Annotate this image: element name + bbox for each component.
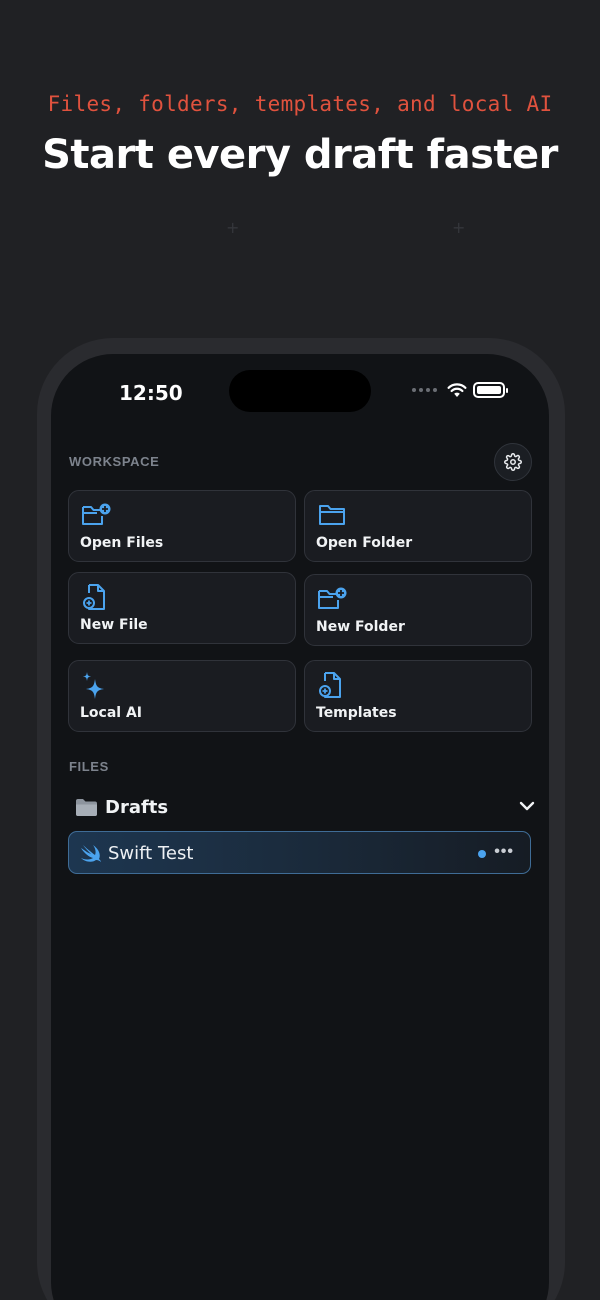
folder-icon bbox=[76, 799, 97, 816]
local-ai-tile[interactable]: Local AI bbox=[68, 660, 296, 732]
battery-icon bbox=[473, 382, 508, 398]
workspace-section-label: WORKSPACE bbox=[69, 454, 160, 469]
wifi-icon bbox=[447, 383, 467, 397]
status-time: 12:50 bbox=[119, 381, 183, 405]
file-plus-icon bbox=[83, 584, 105, 610]
status-icons bbox=[412, 382, 508, 398]
open-folder-label: Open Folder bbox=[316, 535, 413, 551]
swift-icon bbox=[81, 845, 101, 862]
folder-plus-icon bbox=[318, 587, 347, 609]
file-name: Swift Test bbox=[108, 843, 194, 864]
new-file-tile[interactable]: New File bbox=[68, 572, 296, 644]
file-row-swift-test[interactable]: Swift Test ••• bbox=[68, 831, 531, 874]
templates-tile[interactable]: Templates bbox=[304, 660, 532, 732]
more-options-icon[interactable]: ••• bbox=[494, 843, 514, 861]
drafts-folder-label: Drafts bbox=[105, 797, 169, 818]
folder-icon bbox=[319, 505, 345, 525]
sparkles-icon bbox=[83, 672, 104, 699]
local-ai-label: Local AI bbox=[80, 705, 143, 721]
open-folder-tile[interactable]: Open Folder bbox=[304, 490, 532, 562]
grid-plus-decoration: + bbox=[226, 218, 240, 237]
gear-icon bbox=[504, 453, 522, 471]
unsaved-indicator bbox=[478, 850, 486, 858]
headline: Start every draft faster bbox=[42, 132, 558, 178]
open-files-tile[interactable]: Open Files bbox=[68, 490, 296, 562]
drafts-folder-row[interactable]: Drafts bbox=[75, 794, 535, 824]
tagline: Files, folders, templates, and local AI bbox=[47, 92, 553, 116]
files-section-label: FILES bbox=[69, 759, 109, 774]
phone-screen: 12:50 WORKSPACE Open Files Open Folder N… bbox=[51, 354, 549, 1300]
cellular-icon bbox=[412, 388, 437, 392]
new-folder-label: New Folder bbox=[316, 619, 405, 635]
settings-button[interactable] bbox=[494, 443, 532, 481]
folder-plus-icon bbox=[82, 503, 111, 525]
open-files-label: Open Files bbox=[80, 535, 164, 551]
chevron-down-icon[interactable] bbox=[519, 800, 535, 812]
templates-label: Templates bbox=[316, 705, 397, 721]
file-plus-icon bbox=[319, 672, 341, 698]
grid-plus-decoration: + bbox=[452, 218, 466, 237]
dynamic-island bbox=[229, 370, 371, 412]
new-file-label: New File bbox=[80, 617, 148, 633]
new-folder-tile[interactable]: New Folder bbox=[304, 574, 532, 646]
